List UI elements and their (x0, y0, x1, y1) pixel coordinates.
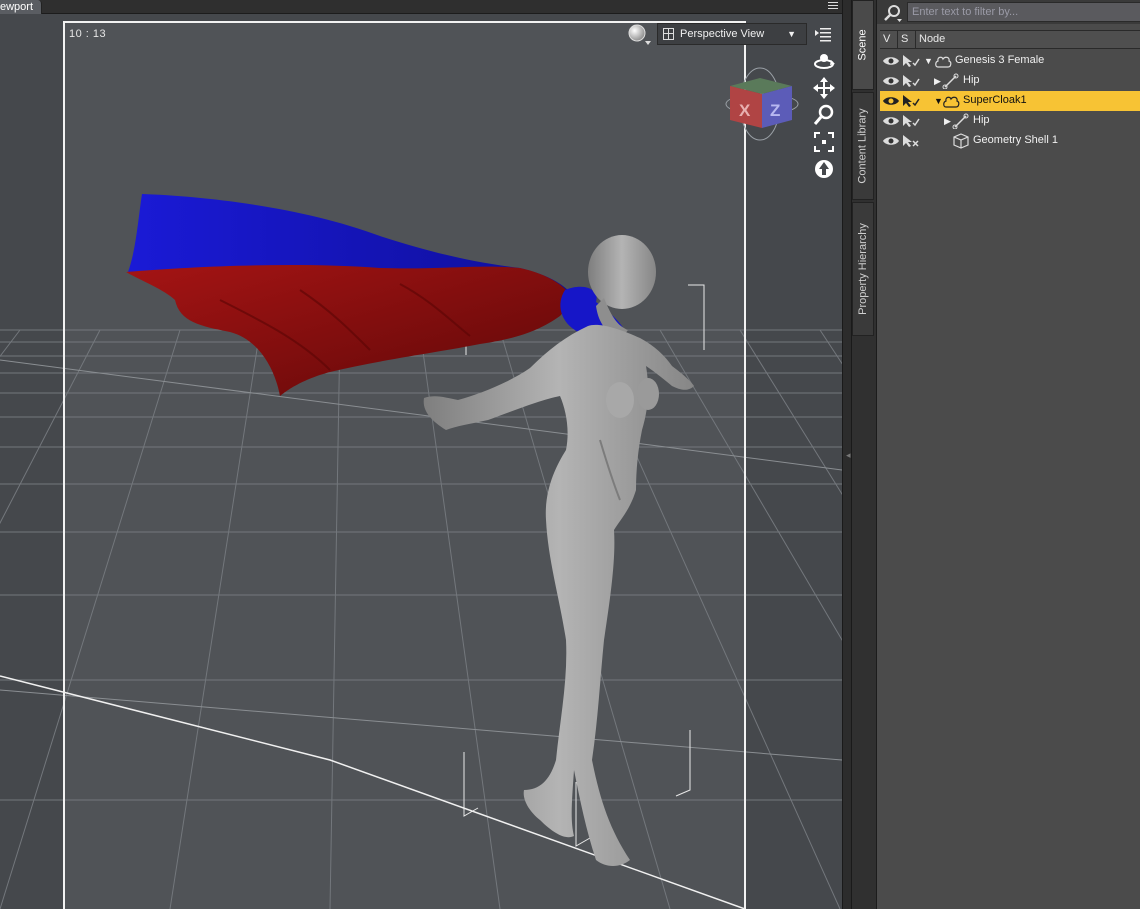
tab-content-library[interactable]: Content Library (852, 92, 874, 200)
splitter-grip-icon: ◂ (846, 450, 851, 460)
search-icon[interactable] (883, 4, 903, 22)
dropdown-arrow-icon: ▼ (787, 29, 796, 39)
node-label: SuperCloak1 (963, 94, 1027, 106)
visibility-eye-icon[interactable] (882, 75, 900, 87)
reset-camera-icon[interactable] (812, 158, 836, 180)
not-selectable-cursor-icon[interactable] (902, 134, 920, 148)
figure-node-icon (935, 56, 952, 68)
camera-frame-area (64, 22, 745, 909)
view-mode-label: Perspective View (680, 28, 765, 40)
geometry-shell-cube-icon (953, 133, 969, 149)
tree-row-supercloak1[interactable]: ▼ SuperCloak1 (880, 91, 1140, 111)
visibility-eye-icon[interactable] (882, 115, 900, 127)
expand-chevron-icon[interactable]: ▶ (934, 76, 942, 86)
time-readout: 10 : 13 (69, 28, 107, 40)
expand-chevron-icon[interactable]: ▶ (944, 116, 952, 126)
column-node-header[interactable]: Node (916, 31, 1140, 48)
bone-node-icon (942, 73, 959, 89)
filter-bar (877, 0, 1140, 24)
tree-row-hip[interactable]: ▶ Hip (880, 111, 1140, 131)
expand-chevron-icon[interactable]: ▼ (924, 56, 933, 66)
orbit-camera-icon[interactable] (812, 50, 836, 72)
panel-side-tabs: Scene Content Library Property Hierarchy (852, 0, 876, 909)
selectable-cursor-icon[interactable] (902, 54, 920, 68)
viewport-tab[interactable]: ewport (0, 0, 43, 14)
zoom-camera-icon[interactable] (812, 104, 836, 126)
node-label: Geometry Shell 1 (973, 134, 1058, 146)
tree-header: V S Node (880, 30, 1140, 49)
selectable-cursor-icon[interactable] (902, 94, 920, 108)
bone-node-icon (952, 113, 969, 129)
selectable-cursor-icon[interactable] (902, 74, 920, 88)
visibility-eye-icon[interactable] (882, 135, 900, 147)
viewport-options-icon[interactable] (814, 26, 832, 42)
figure-node-icon (943, 96, 960, 108)
selectable-cursor-icon[interactable] (902, 114, 920, 128)
view-mode-dropdown[interactable]: Perspective View ▼ (657, 23, 807, 45)
column-visible-header[interactable]: V (880, 31, 898, 48)
tree-row-geometry-shell-1[interactable]: Geometry Shell 1 (880, 131, 1140, 151)
node-label: Genesis 3 Female (955, 54, 1045, 66)
lighting-preview-icon[interactable] (627, 23, 653, 47)
expand-chevron-icon[interactable]: ▼ (934, 96, 943, 106)
tree-row-hip[interactable]: ▶ Hip (880, 71, 1140, 91)
tab-property-hierarchy[interactable]: Property Hierarchy (852, 202, 874, 336)
tab-scene[interactable]: Scene (852, 0, 874, 90)
tree-row-genesis-3-female[interactable]: ▼ Genesis 3 Female (880, 51, 1140, 71)
view-cube-x-label: X (739, 101, 751, 120)
node-label: Hip (963, 74, 980, 86)
visibility-eye-icon[interactable] (882, 95, 900, 107)
viewport-pane[interactable]: ewport X Z 10: 13 Perspective View ▼ (0, 0, 842, 909)
3d-viewport-canvas[interactable]: X Z (0, 14, 842, 909)
viewport-tab-bar: ewport (0, 0, 842, 14)
view-cube-z-label: Z (770, 101, 780, 120)
node-label: Hip (973, 114, 990, 126)
pan-camera-icon[interactable] (812, 77, 836, 99)
pane-menu-icon[interactable] (826, 0, 840, 12)
view-grid-icon (663, 28, 674, 40)
filter-input[interactable] (907, 2, 1140, 22)
scene-panel: V S Node ▼ Genesis 3 Female ▶ Hip ▼ Supe… (876, 0, 1140, 909)
frame-selection-icon[interactable] (812, 131, 836, 153)
column-selectable-header[interactable]: S (898, 31, 916, 48)
pane-splitter[interactable]: ◂ (842, 0, 852, 909)
visibility-eye-icon[interactable] (882, 55, 900, 67)
